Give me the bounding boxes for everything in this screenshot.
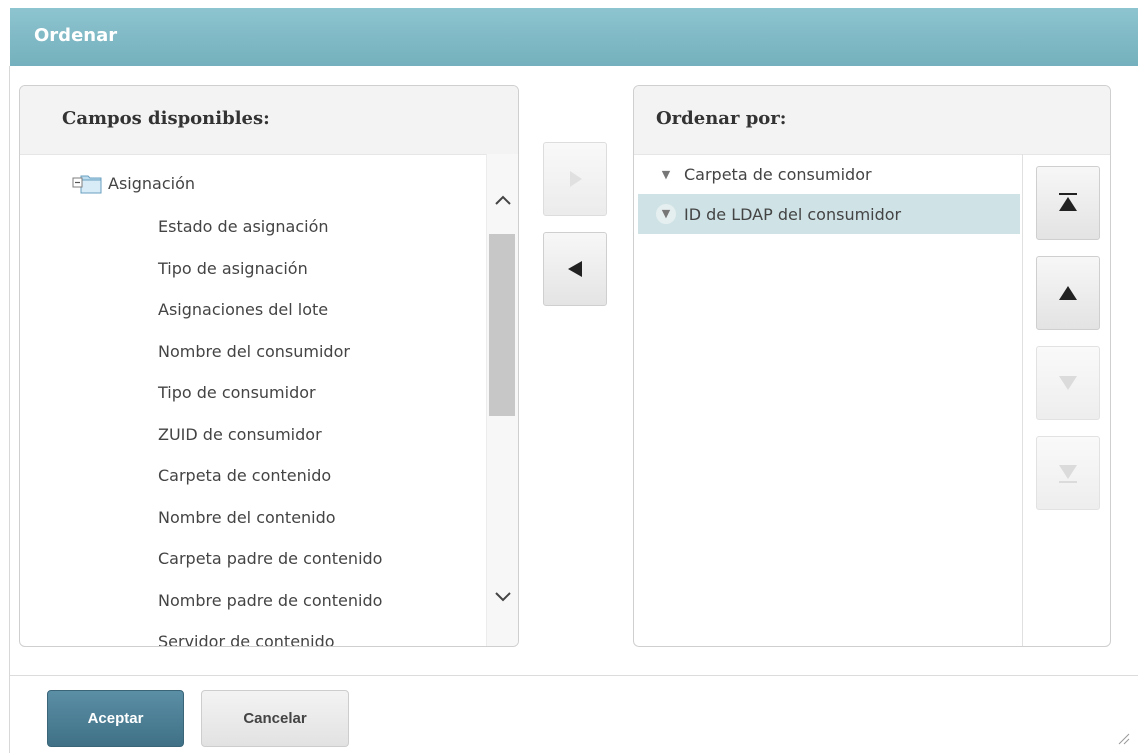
field-item[interactable]: Nombre del contenido bbox=[158, 497, 382, 539]
sort-direction-icon[interactable]: ▼ bbox=[656, 204, 676, 224]
move-to-top-icon bbox=[1059, 193, 1077, 211]
tree-node-label: Asignación bbox=[108, 173, 195, 193]
remove-from-sort-button[interactable] bbox=[543, 232, 607, 306]
folder-icon[interactable] bbox=[72, 172, 102, 194]
sort-item[interactable]: ▼ Carpeta de consumidor bbox=[638, 154, 1020, 194]
sort-direction-icon[interactable]: ▼ bbox=[656, 168, 676, 181]
move-down-icon bbox=[1059, 376, 1077, 390]
resize-grip-icon[interactable] bbox=[1116, 731, 1130, 745]
available-fields-title: Campos disponibles: bbox=[62, 108, 270, 129]
sort-item-label: Carpeta de consumidor bbox=[684, 164, 872, 184]
tree-node-asignacion[interactable]: Asignación bbox=[72, 170, 195, 196]
available-field-list: Estado de asignación Tipo de asignación … bbox=[158, 206, 382, 646]
field-item[interactable]: Nombre padre de contenido bbox=[158, 580, 382, 622]
move-up-icon bbox=[1059, 286, 1077, 300]
sort-dialog: Ordenar Campos disponibles: Asignación E… bbox=[0, 0, 1138, 753]
field-item[interactable]: Nombre del consumidor bbox=[158, 331, 382, 373]
field-item[interactable]: Tipo de asignación bbox=[158, 248, 382, 290]
move-to-bottom-icon bbox=[1059, 465, 1077, 483]
dialog-left-border bbox=[9, 66, 10, 753]
field-item[interactable]: Estado de asignación bbox=[158, 206, 382, 248]
sort-item-label: ID de LDAP del consumidor bbox=[684, 204, 902, 224]
cancel-button[interactable]: Cancelar bbox=[201, 690, 349, 747]
available-fields-panel: Campos disponibles: Asignación Estado de… bbox=[19, 85, 519, 647]
sort-panel-divider bbox=[1022, 154, 1023, 646]
move-down-button[interactable] bbox=[1036, 346, 1100, 420]
sort-by-header: Ordenar por: bbox=[634, 86, 1110, 155]
accept-button[interactable]: Aceptar bbox=[47, 690, 184, 747]
dialog-titlebar[interactable]: Ordenar bbox=[10, 8, 1138, 66]
add-to-sort-button[interactable] bbox=[543, 142, 607, 216]
move-up-button[interactable] bbox=[1036, 256, 1100, 330]
field-item[interactable]: Servidor de contenido bbox=[158, 621, 382, 646]
scroll-down-chevron-icon[interactable] bbox=[491, 584, 515, 608]
sort-item-selected[interactable]: ▼ ID de LDAP del consumidor bbox=[638, 194, 1020, 234]
scroll-thumb[interactable] bbox=[489, 234, 515, 416]
sort-by-title: Ordenar por: bbox=[656, 108, 787, 129]
field-item[interactable]: ZUID de consumidor bbox=[158, 414, 382, 456]
field-item[interactable]: Carpeta padre de contenido bbox=[158, 538, 382, 580]
scroll-up-chevron-icon[interactable] bbox=[491, 189, 515, 213]
footer-divider bbox=[10, 675, 1138, 676]
field-item[interactable]: Tipo de consumidor bbox=[158, 372, 382, 414]
arrow-right-icon bbox=[570, 171, 582, 187]
available-fields-scrollbar[interactable] bbox=[486, 154, 518, 646]
sort-field-list: ▼ Carpeta de consumidor ▼ ID de LDAP del… bbox=[638, 154, 1020, 234]
move-to-bottom-button[interactable] bbox=[1036, 436, 1100, 510]
field-item[interactable]: Carpeta de contenido bbox=[158, 455, 382, 497]
available-fields-header: Campos disponibles: bbox=[20, 86, 518, 155]
arrow-left-icon bbox=[568, 261, 582, 277]
dialog-title: Ordenar bbox=[34, 25, 118, 46]
move-to-top-button[interactable] bbox=[1036, 166, 1100, 240]
field-item[interactable]: Asignaciones del lote bbox=[158, 289, 382, 331]
